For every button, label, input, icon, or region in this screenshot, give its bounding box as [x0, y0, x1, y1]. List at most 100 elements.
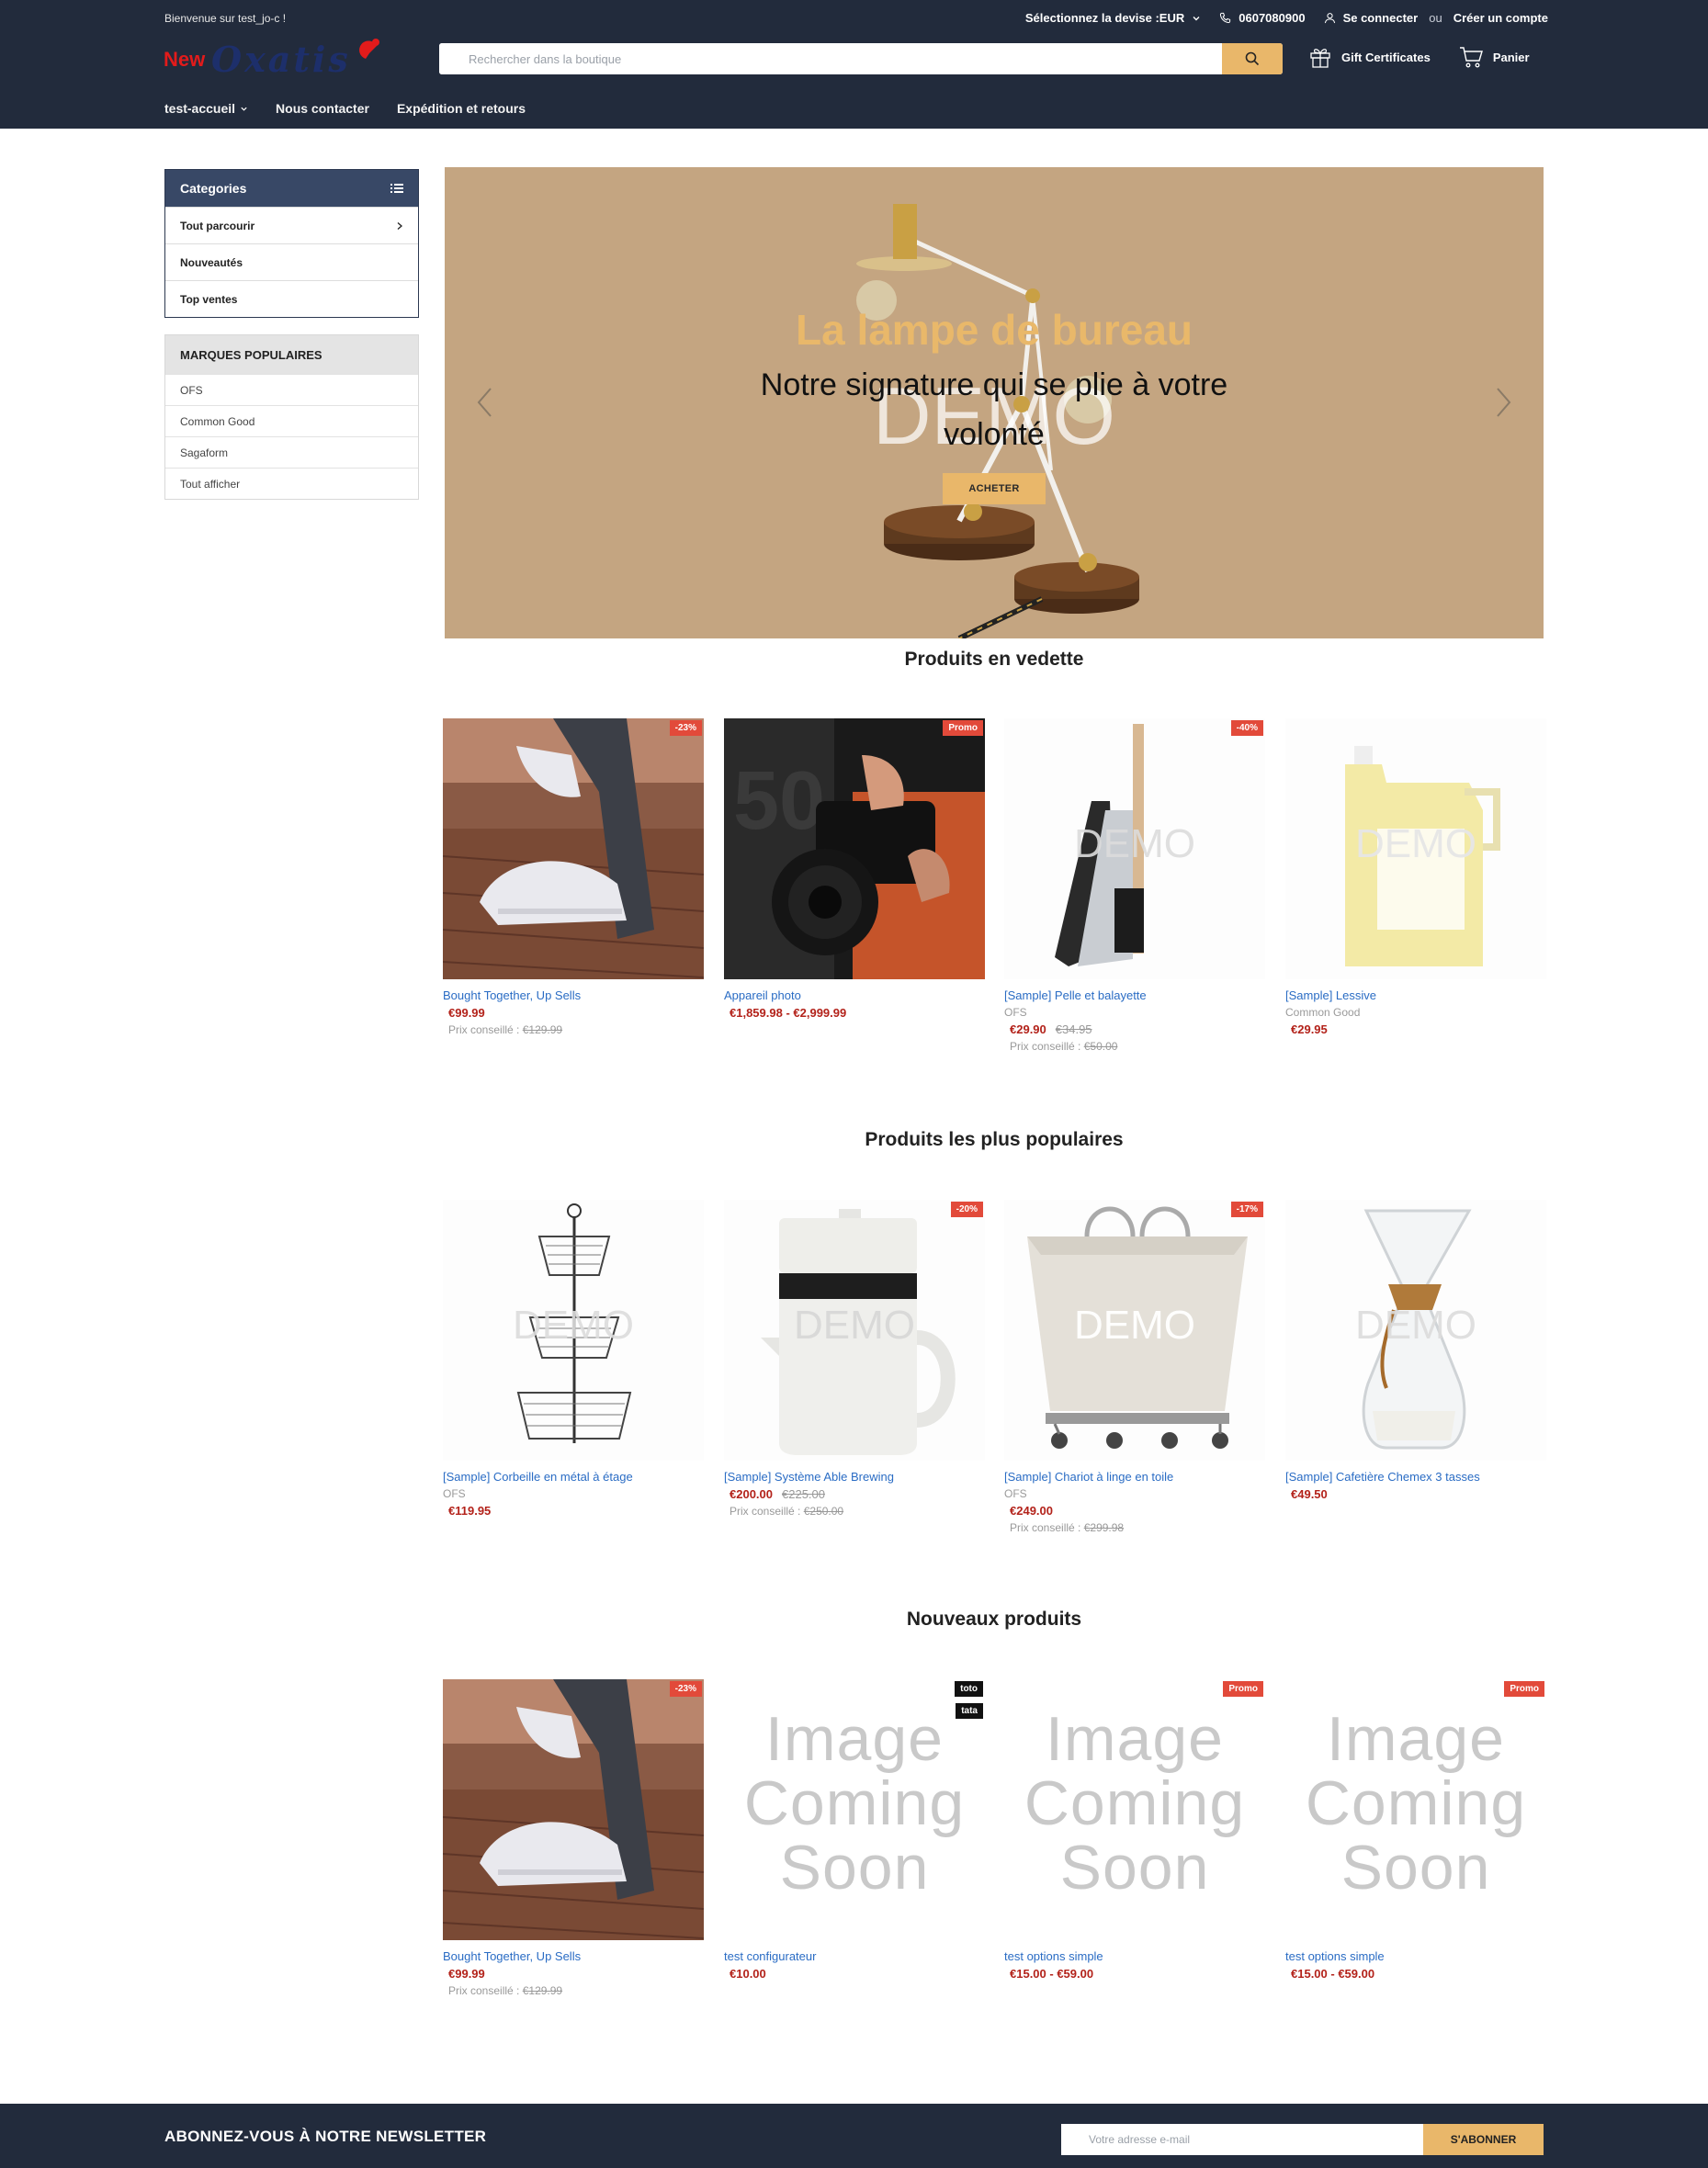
product-name[interactable]: Bought Together, Up Sells: [443, 988, 704, 1002]
product-image[interactable]: DEMO -17%: [1004, 1200, 1265, 1461]
login-link[interactable]: Se connecter: [1343, 11, 1419, 25]
image-coming-soon: Image Coming Soon: [1285, 1707, 1546, 1900]
discount-badge: -23%: [669, 1681, 702, 1697]
header-actions: Gift Certificates Panier: [1308, 44, 1530, 70]
product-card[interactable]: DEMO [Sample] Lessive Common Good €29.95: [1285, 718, 1546, 1036]
product-image[interactable]: DEMO -20%: [724, 1200, 985, 1461]
product-price: €29.90 €34.95: [1004, 1022, 1265, 1036]
product-name[interactable]: [Sample] Pelle et balayette: [1004, 988, 1265, 1002]
promo-badge: Promo: [1504, 1681, 1544, 1697]
product-name[interactable]: test options simple: [1004, 1949, 1265, 1963]
cart-link[interactable]: Panier: [1458, 44, 1530, 70]
brand-item-view-all[interactable]: Tout afficher: [165, 468, 418, 499]
product-image[interactable]: Image Coming Soon Promo: [1285, 1679, 1546, 1940]
price-current: €249.00: [1010, 1504, 1053, 1518]
product-card[interactable]: DEMO [Sample] Corbeille en métal à étage…: [443, 1200, 704, 1518]
list-icon: [390, 184, 403, 193]
newsletter-email-input[interactable]: [1061, 2124, 1423, 2155]
search-input[interactable]: [439, 43, 1222, 74]
brand-item-common-good[interactable]: Common Good: [165, 405, 418, 436]
product-card[interactable]: DEMO [Sample] Cafetière Chemex 3 tasses …: [1285, 1200, 1546, 1501]
product-card[interactable]: 50 Promo Appareil photo €1,859.98 - €2,9…: [724, 718, 985, 1020]
currency-selector[interactable]: Sélectionnez la devise :EUR: [1025, 11, 1201, 25]
category-item-top-sales[interactable]: Top ventes: [165, 280, 418, 317]
product-name[interactable]: test options simple: [1285, 1949, 1546, 1963]
product-name[interactable]: [Sample] Système Able Brewing: [724, 1470, 985, 1484]
promo-badge: Promo: [1223, 1681, 1263, 1697]
price-current: €99.99: [448, 1006, 485, 1020]
categories-title: Categories: [180, 181, 247, 196]
retail-label: Prix conseillé :: [1010, 1040, 1081, 1053]
product-image[interactable]: DEMO -40%: [1004, 718, 1265, 979]
retail-price: Prix conseillé : €250.00: [724, 1505, 985, 1518]
nav-item-test-accueil[interactable]: test-accueil: [164, 101, 248, 116]
product-image[interactable]: -23%: [443, 1679, 704, 1940]
section-title-popular: Produits les plus populaires: [865, 1129, 1124, 1150]
retail-price: Prix conseillé : €50.00: [1004, 1040, 1265, 1053]
product-name[interactable]: [Sample] Cafetière Chemex 3 tasses: [1285, 1470, 1546, 1484]
chevron-right-icon: [397, 221, 402, 230]
hero-buy-button[interactable]: ACHETER: [943, 473, 1046, 504]
product-card[interactable]: DEMO -17% [Sample] Chariot à linge en to…: [1004, 1200, 1265, 1534]
product-image[interactable]: DEMO: [443, 1200, 704, 1461]
product-name[interactable]: Bought Together, Up Sells: [443, 1949, 704, 1963]
nav-item-shipping[interactable]: Expédition et retours: [397, 101, 526, 116]
product-card[interactable]: -23% Bought Together, Up Sells €99.99 Pr…: [443, 718, 704, 1036]
product-card[interactable]: Image Coming Soon Promo test options sim…: [1004, 1679, 1265, 1981]
cart-label: Panier: [1492, 50, 1530, 64]
product-name[interactable]: [Sample] Lessive: [1285, 988, 1546, 1002]
coming-soon-line: Coming: [743, 1768, 966, 1838]
category-item-browse-all[interactable]: Tout parcourir: [165, 207, 418, 243]
custom-badge-toto: toto: [955, 1681, 983, 1697]
welcome-text: Bienvenue sur test_jo-c !: [164, 12, 287, 25]
price-current: €15.00 - €59.00: [1291, 1967, 1375, 1981]
brand-item-ofs[interactable]: OFS: [165, 374, 418, 405]
product-price: €1,859.98 - €2,999.99: [724, 1006, 985, 1020]
product-card[interactable]: -23% Bought Together, Up Sells €99.99 Pr…: [443, 1679, 704, 1997]
product-price: €15.00 - €59.00: [1285, 1967, 1546, 1981]
newsletter-title: ABONNEZ-VOUS À NOTRE NEWSLETTER: [164, 2128, 487, 2145]
price-current: €49.50: [1291, 1487, 1328, 1501]
carousel-prev-icon[interactable]: [474, 386, 496, 419]
price-current: €10.00: [730, 1967, 766, 1981]
coming-soon-line: Coming: [1024, 1768, 1246, 1838]
product-card[interactable]: Image Coming Soon toto tata test configu…: [724, 1679, 985, 1981]
product-card[interactable]: Image Coming Soon Promo test options sim…: [1285, 1679, 1546, 1981]
coming-soon-line: Soon: [1059, 1833, 1210, 1903]
category-label: Nouveautés: [180, 255, 243, 269]
site-logo[interactable]: New Oxatis: [164, 35, 395, 83]
product-image[interactable]: DEMO: [1285, 1200, 1546, 1461]
retail-label: Prix conseillé :: [448, 1984, 520, 1997]
retail-label: Prix conseillé :: [1010, 1521, 1081, 1534]
product-name[interactable]: test configurateur: [724, 1949, 985, 1963]
retail-label: Prix conseillé :: [448, 1023, 520, 1036]
search-icon: [1245, 51, 1260, 66]
register-link[interactable]: Créer un compte: [1453, 11, 1548, 25]
gift-certificates-link[interactable]: Gift Certificates: [1308, 45, 1431, 69]
coming-soon-line: Image: [1046, 1704, 1224, 1774]
newsletter-subscribe-button[interactable]: S'ABONNER: [1423, 2124, 1544, 2155]
phone-link[interactable]: 0607080900: [1219, 11, 1306, 25]
categories-header[interactable]: Categories: [165, 170, 418, 207]
product-card[interactable]: DEMO -40% [Sample] Pelle et balayette OF…: [1004, 718, 1265, 1053]
account-links: Se connecter ou Créer un compte: [1324, 11, 1548, 25]
product-image[interactable]: Image Coming Soon toto tata: [724, 1679, 985, 1940]
product-name[interactable]: [Sample] Chariot à linge en toile: [1004, 1470, 1265, 1484]
product-image[interactable]: -23%: [443, 718, 704, 979]
phone-number: 0607080900: [1239, 11, 1306, 25]
coming-soon-line: Image: [1327, 1704, 1505, 1774]
product-name[interactable]: [Sample] Corbeille en métal à étage: [443, 1470, 704, 1484]
coming-soon-line: Soon: [779, 1833, 930, 1903]
cart-icon: [1459, 47, 1483, 68]
product-name[interactable]: Appareil photo: [724, 988, 985, 1002]
carousel-next-icon[interactable]: [1492, 386, 1514, 419]
retail-value: €299.98: [1083, 1521, 1125, 1534]
nav-item-contact[interactable]: Nous contacter: [276, 101, 369, 116]
product-image[interactable]: DEMO: [1285, 718, 1546, 979]
product-card[interactable]: DEMO -20% [Sample] Système Able Brewing …: [724, 1200, 985, 1518]
category-item-new[interactable]: Nouveautés: [165, 243, 418, 280]
product-image[interactable]: 50 Promo: [724, 718, 985, 979]
search-button[interactable]: [1222, 43, 1283, 74]
brand-item-sagaform[interactable]: Sagaform: [165, 436, 418, 468]
product-image[interactable]: Image Coming Soon Promo: [1004, 1679, 1265, 1940]
